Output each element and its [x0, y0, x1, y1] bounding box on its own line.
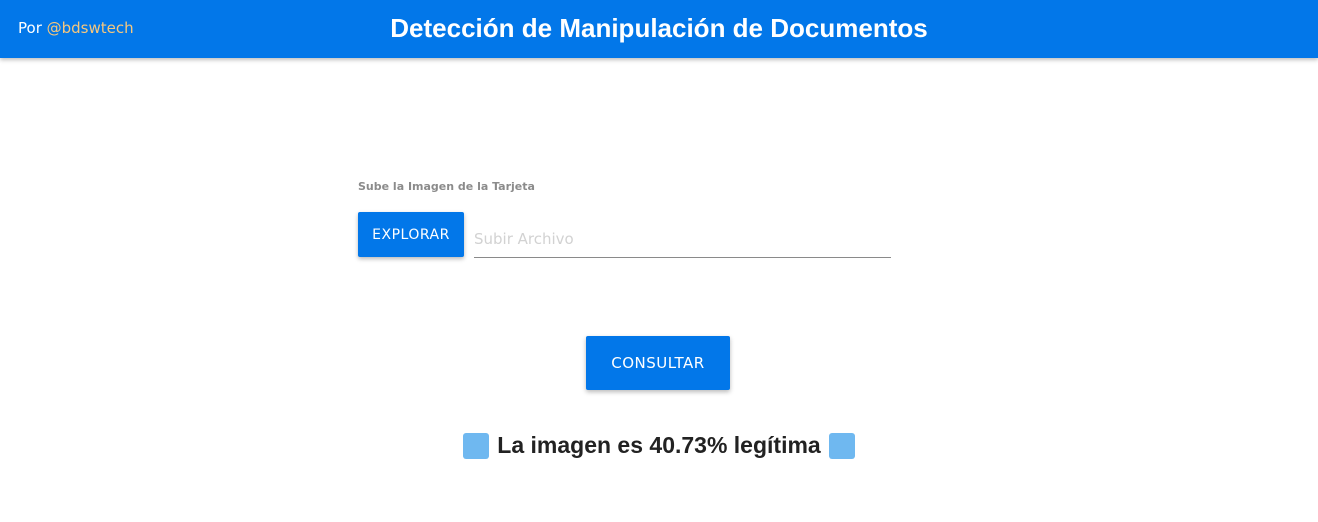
file-path-input[interactable]: [474, 220, 891, 258]
app-bar: Por @bdswtech Detección de Manipulación …: [0, 0, 1318, 58]
blue-square-icon: [463, 432, 490, 459]
browse-button[interactable]: EXPLORAR: [358, 212, 464, 257]
result-message: La imagen es 40.73% legítima: [0, 432, 1318, 459]
blue-square-icon: [828, 432, 855, 459]
page-title: Detección de Manipulación de Documentos: [390, 13, 928, 43]
result-text: La imagen es 40.73% legítima: [497, 432, 821, 458]
upload-label: Sube la Imagen de la Tarjeta: [358, 180, 535, 193]
consult-button[interactable]: CONSULTAR: [586, 336, 730, 390]
